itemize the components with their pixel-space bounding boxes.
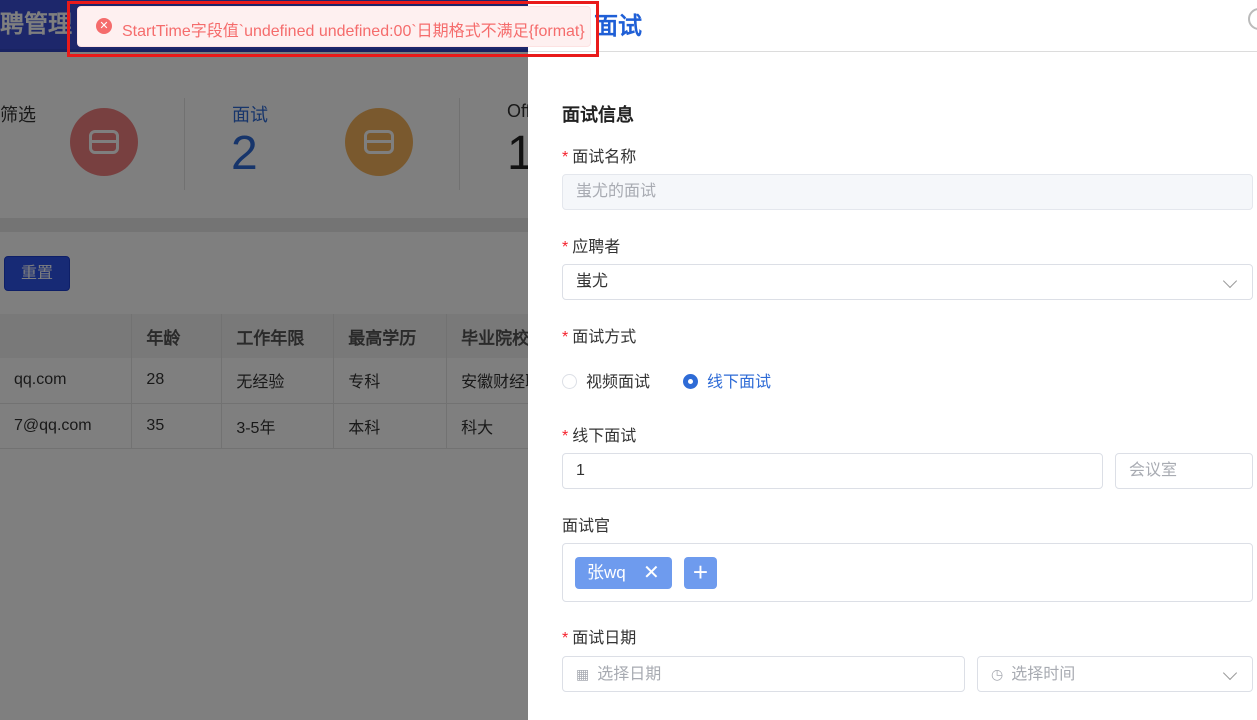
meeting-room-input[interactable]: 会议室 (1115, 453, 1253, 489)
applicant-select[interactable]: 蚩尤 (562, 264, 1253, 300)
error-message: StartTime字段值`undefined undefined:00`日期格式… (122, 23, 585, 40)
interviewers-label: 面试官 (562, 518, 611, 535)
date-picker[interactable]: ▦ 选择日期 (562, 656, 965, 692)
applicant-value: 蚩尤 (576, 273, 609, 290)
offline-location-input[interactable]: 1 (562, 453, 1103, 489)
date-label: * 面试日期 (562, 630, 637, 647)
drawer-header: 面试 (528, 0, 1257, 52)
interviewer-tag-label: 张wq (587, 563, 626, 582)
calendar-icon: ▦ (576, 666, 590, 682)
meeting-room-placeholder: 会议室 (1129, 462, 1178, 479)
radio-video-interview[interactable]: 视频面试 (562, 368, 650, 392)
chevron-down-icon (1222, 665, 1238, 681)
interviewers-field: 张wq ✕ + (562, 543, 1253, 602)
applicant-label: * 应聘者 (562, 239, 621, 256)
method-label: * 面试方式 (562, 329, 637, 346)
interview-name-input[interactable]: 蚩尤的面试 (562, 174, 1253, 210)
offline-label: * 线下面试 (562, 428, 637, 445)
interview-drawer: 面试 面试信息 * 面试名称 蚩尤的面试 * 应聘者 蚩尤 * 面试方式 视频面试 线… (528, 0, 1257, 720)
add-interviewer-button[interactable]: + (684, 557, 717, 589)
date-placeholder: 选择日期 (597, 666, 662, 683)
section-title: 面试信息 (562, 105, 634, 125)
time-placeholder: 选择时间 (1011, 666, 1076, 683)
close-icon[interactable]: ✕ (643, 557, 660, 589)
clock-icon: ◷ (991, 666, 1004, 682)
chevron-down-icon (1222, 273, 1238, 289)
close-icon[interactable] (1248, 8, 1257, 30)
interviewer-tag: 张wq ✕ (575, 557, 672, 589)
interview-name-label: * 面试名称 (562, 149, 637, 166)
error-icon: ✕ (96, 18, 112, 34)
drawer-title: 面试 (594, 13, 642, 40)
radio-offline-interview[interactable]: 线下面试 (683, 368, 771, 392)
time-picker[interactable]: ◷ 选择时间 (977, 656, 1253, 692)
error-toast: ✕ StartTime字段值`undefined undefined:00`日期… (77, 6, 591, 47)
